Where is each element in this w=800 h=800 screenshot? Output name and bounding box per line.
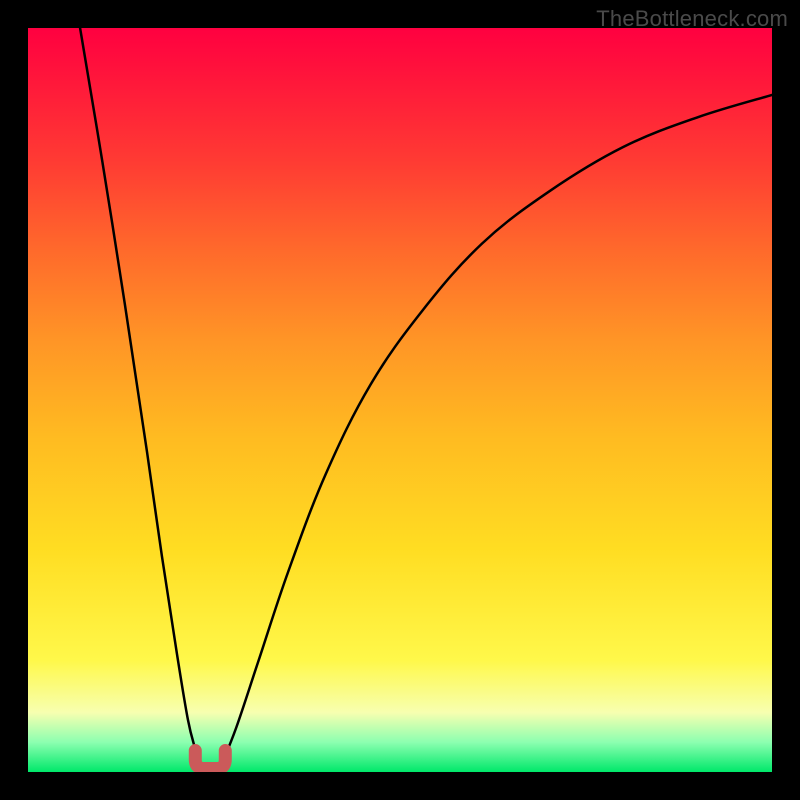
bottleneck-curve	[80, 28, 772, 765]
chart-frame: TheBottleneck.com	[0, 0, 800, 800]
minimum-marker	[195, 751, 225, 769]
chart-svg	[28, 28, 772, 772]
curve-left-branch	[80, 28, 199, 765]
plot-area	[28, 28, 772, 772]
curve-right-branch	[221, 95, 772, 765]
watermark-text: TheBottleneck.com	[596, 6, 788, 32]
